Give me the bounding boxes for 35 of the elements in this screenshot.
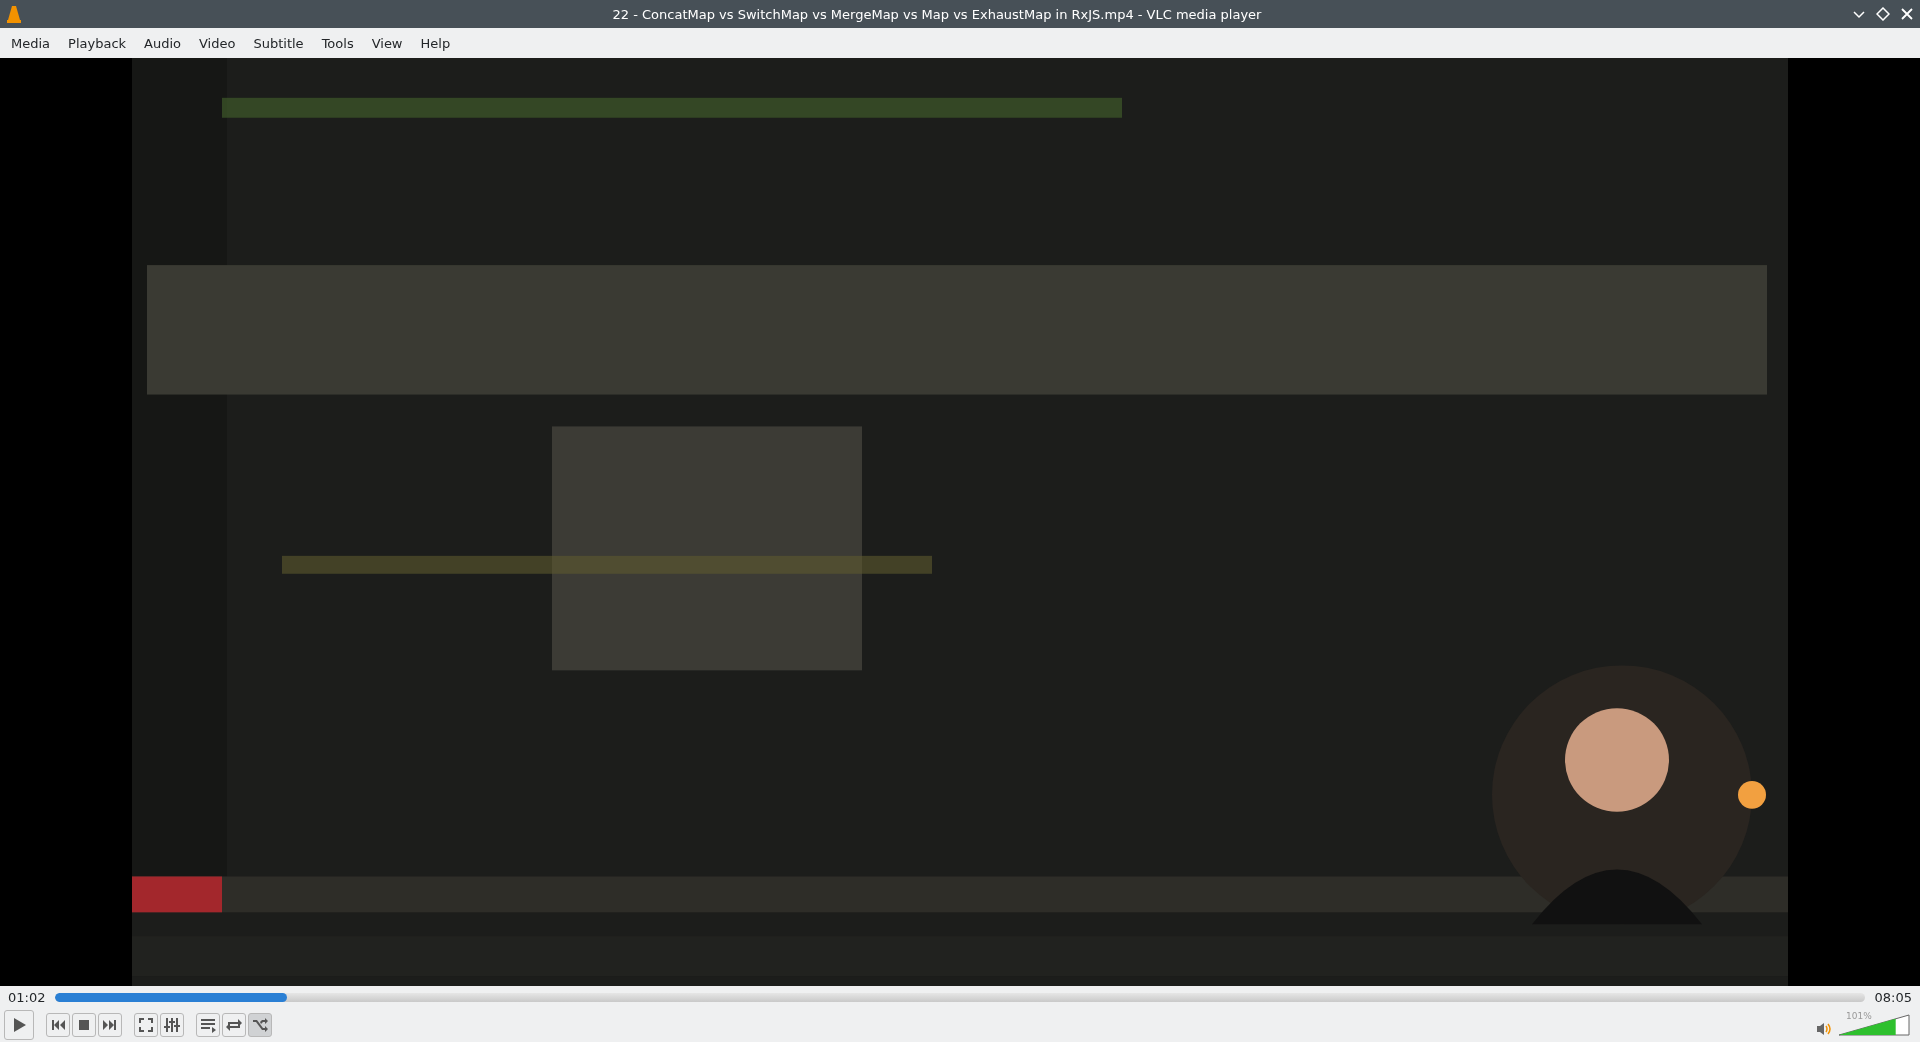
play-icon [11, 1017, 27, 1033]
menu-item[interactable]: Tools [312, 31, 363, 55]
loop-button[interactable] [222, 1013, 246, 1037]
shuffle-button[interactable] [248, 1013, 272, 1037]
next-button[interactable] [98, 1013, 122, 1037]
total-time: 08:05 [1874, 989, 1912, 1005]
seek-bar[interactable] [55, 992, 1865, 1002]
menu-item[interactable]: Subtitle [244, 31, 313, 55]
fullscreen-icon [138, 1017, 154, 1033]
cone-icon [6, 5, 22, 23]
previous-icon [50, 1017, 66, 1033]
window-title: 22 - ConcatMap vs SwitchMap vs MergeMap vs Map vs ExhaustMap in RxJS.mp4 - VLC media player [611, 6, 1263, 22]
maximize-icon[interactable] [1876, 7, 1890, 21]
menu-item[interactable]: Help [411, 31, 460, 55]
equalizer-icon [164, 1017, 180, 1033]
play-button[interactable] [4, 1010, 34, 1040]
loop-icon [226, 1017, 242, 1033]
stop-button[interactable] [72, 1013, 96, 1037]
menu-item[interactable]: Video [190, 31, 245, 55]
shuffle-icon [252, 1017, 268, 1033]
menu-item[interactable]: View [362, 31, 412, 55]
speaker-icon[interactable] [1816, 1022, 1832, 1036]
playlist-button[interactable] [196, 1013, 220, 1037]
stop-icon [76, 1017, 92, 1033]
menu-item[interactable]: Audio [135, 31, 190, 55]
volume-reading: 101% [1846, 1011, 1872, 1021]
elapsed-time: 01:02 [8, 989, 46, 1005]
next-icon [102, 1017, 118, 1033]
close-icon[interactable] [1900, 7, 1914, 21]
previous-button[interactable] [46, 1013, 70, 1037]
menu-item[interactable]: Media [2, 31, 60, 55]
fullscreen-button[interactable] [134, 1013, 158, 1037]
menu-item[interactable]: Playback [59, 31, 136, 55]
playlist-icon [200, 1017, 216, 1033]
effects-button[interactable] [160, 1013, 184, 1037]
